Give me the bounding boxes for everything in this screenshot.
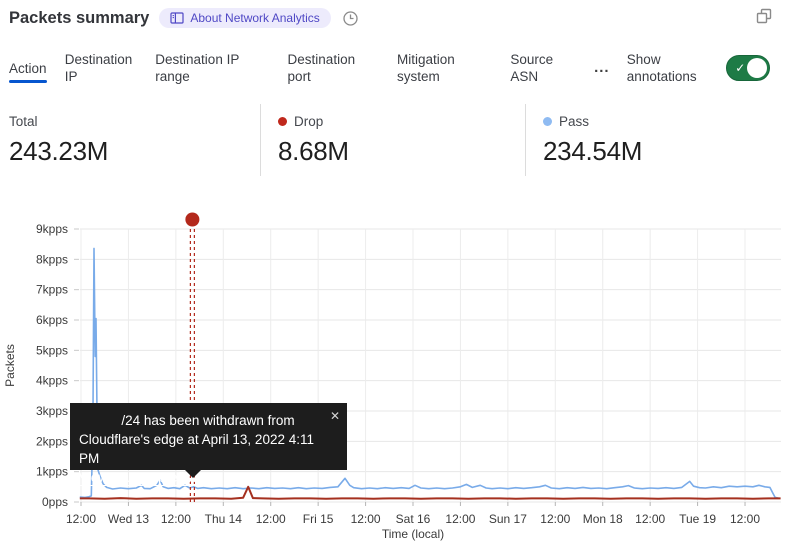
svg-text:Wed 13: Wed 13: [108, 512, 149, 526]
svg-text:12:00: 12:00: [445, 512, 475, 526]
axis-labels: 0pps 1kpps 2kpps 3kpps 4kpps 5kpps 6kpps 7kpps 8…: [3, 222, 760, 541]
svg-text:12:00: 12:00: [256, 512, 286, 526]
x-axis-title: Time (local): [382, 527, 444, 541]
svg-text:5kpps: 5kpps: [36, 343, 68, 357]
tooltip-line1: /24 has been withdrawn from: [79, 411, 337, 430]
svg-text:7kpps: 7kpps: [36, 283, 68, 297]
svg-text:6kpps: 6kpps: [36, 313, 68, 327]
svg-text:0pps: 0pps: [42, 495, 68, 509]
packets-summary-panel: Packets summary About Network Analytics: [0, 0, 785, 555]
svg-text:12:00: 12:00: [66, 512, 96, 526]
svg-text:Fri 15: Fri 15: [303, 512, 334, 526]
annotation-tooltip: /24 has been withdrawn from Cloudflare's…: [70, 403, 347, 470]
svg-text:1kpps: 1kpps: [36, 465, 68, 479]
close-icon[interactable]: ✕: [330, 407, 340, 426]
svg-text:Tue 19: Tue 19: [679, 512, 716, 526]
y-axis-title: Packets: [3, 344, 17, 387]
tooltip-arrow: [184, 469, 202, 478]
svg-text:Thu 14: Thu 14: [205, 512, 243, 526]
svg-text:12:00: 12:00: [351, 512, 381, 526]
annotation-dot: [185, 213, 199, 227]
svg-text:8kpps: 8kpps: [36, 252, 68, 266]
svg-text:9kpps: 9kpps: [36, 222, 68, 236]
svg-text:Sat 16: Sat 16: [396, 512, 431, 526]
svg-text:2kpps: 2kpps: [36, 434, 68, 448]
svg-text:4kpps: 4kpps: [36, 374, 68, 388]
tooltip-line2: Cloudflare's edge at April 13, 2022 4:11…: [79, 430, 337, 468]
svg-text:12:00: 12:00: [730, 512, 760, 526]
svg-text:Sun 17: Sun 17: [489, 512, 527, 526]
svg-text:12:00: 12:00: [540, 512, 570, 526]
svg-text:Mon 18: Mon 18: [583, 512, 623, 526]
svg-text:12:00: 12:00: [635, 512, 665, 526]
svg-text:12:00: 12:00: [161, 512, 191, 526]
svg-text:3kpps: 3kpps: [36, 404, 68, 418]
